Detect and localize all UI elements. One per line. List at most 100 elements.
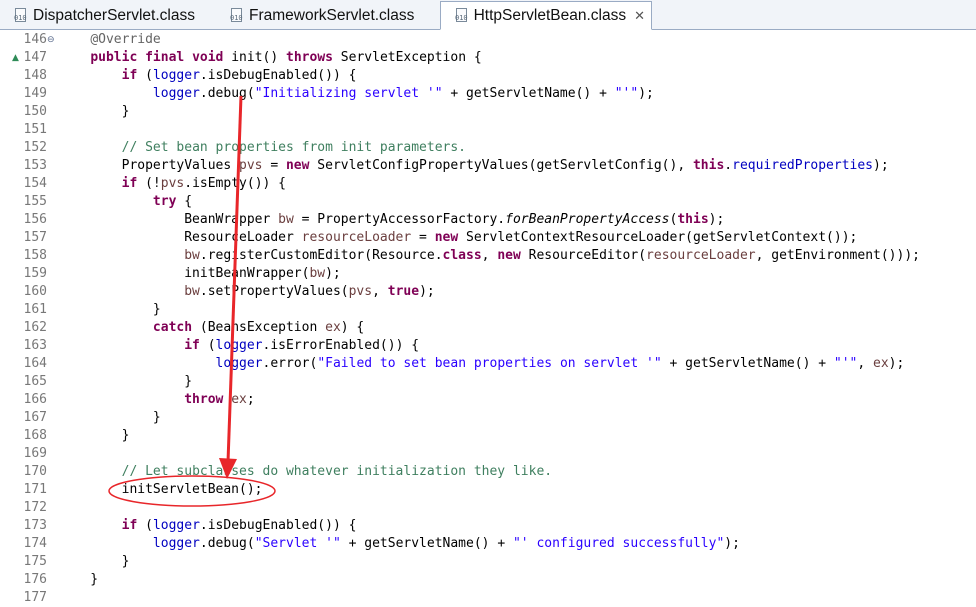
code-token: ); [888,356,905,371]
code-line[interactable]: 152 // Set bean properties from init par… [0,139,976,157]
line-number: 148 [23,68,47,83]
code-token: ( [137,68,153,83]
code-token: pvs [160,176,185,191]
code-token: ResourceLoader [59,230,302,245]
code-line[interactable]: 171 initServletBean(); [0,481,976,499]
code-text: ResourceLoader resourceLoader = new Serv… [59,229,857,247]
code-token: ; [246,392,255,407]
code-line[interactable]: 164 logger.error("Failed to set bean pro… [0,355,976,373]
code-token: = [262,158,286,173]
line-number: 165 [23,374,47,389]
code-line[interactable]: 148 if (logger.isDebugEnabled()) { [0,67,976,85]
code-token: this [692,158,725,173]
code-line[interactable]: 161 } [0,301,976,319]
code-token: .isDebugEnabled()) { [199,518,357,533]
code-token: resourceLoader [301,230,412,245]
line-number: 158 [23,248,47,263]
code-line[interactable]: 163 if (logger.isErrorEnabled()) { [0,337,976,355]
code-text: initServletBean(); [59,481,263,499]
code-token: .debug( [199,86,255,101]
code-line[interactable]: 176 } [0,571,976,589]
code-line[interactable]: 177 [0,589,976,607]
code-line[interactable]: 174 logger.debug("Servlet '" + getServle… [0,535,976,553]
code-text: // Let subclasses do whatever initializa… [59,463,552,481]
code-token: PropertyValues [59,158,240,173]
code-token: bw [309,266,326,281]
class-file-icon: 010 [230,7,244,24]
line-number: 153 [23,158,47,173]
code-token: logger [152,68,200,83]
tab-frameworkservlet[interactable]: 010 FrameworkServlet.class [216,2,420,29]
close-tab-icon[interactable]: ✕ [634,3,645,28]
line-number: 174 [23,536,47,551]
code-line[interactable]: 170 // Let subclasses do whatever initia… [0,463,976,481]
code-line[interactable]: 147 public final void init() throws Serv… [0,49,976,67]
line-number: 157 [23,230,47,245]
code-line[interactable]: 165 } [0,373,976,391]
code-text: public final void init() throws ServletE… [59,49,481,67]
code-line[interactable]: 156 BeanWrapper bw = PropertyAccessorFac… [0,211,976,229]
code-line[interactable]: 173 if (logger.isDebugEnabled()) { [0,517,976,535]
code-token: + getServletName() + [442,86,615,101]
code-token: = PropertyAccessorFactory. [293,212,506,227]
code-text: @Override [59,31,161,49]
line-number: 175 [23,554,47,569]
code-line[interactable]: 167 } [0,409,976,427]
code-token: "Servlet '" [254,536,341,551]
code-line[interactable]: 149 logger.debug("Initializing servlet '… [0,85,976,103]
line-number: 149 [23,86,47,101]
code-token: { [176,194,193,209]
code-line[interactable]: 157 ResourceLoader resourceLoader = new … [0,229,976,247]
code-token: ( [137,518,153,533]
line-number: 164 [23,356,47,371]
code-line[interactable]: 155 try { [0,193,976,211]
code-line[interactable]: 158 bw.registerCustomEditor(Resource.cla… [0,247,976,265]
line-number: 155 [23,194,47,209]
code-token: } [59,374,193,389]
code-line[interactable]: 168 } [0,427,976,445]
code-text: logger.debug("Initializing servlet '" + … [59,85,654,103]
code-line[interactable]: 146 @Override ⊖ [0,31,976,49]
code-token: ); [708,212,725,227]
code-line[interactable]: 151 [0,121,976,139]
code-line[interactable]: 154 if (!pvs.isEmpty()) { [0,175,976,193]
code-token: pvs [348,284,373,299]
code-line[interactable]: 169 [0,445,976,463]
code-token: ResourceEditor( [520,248,647,263]
code-token: "'" [833,356,858,371]
code-token: @Override [90,32,161,47]
code-token: .isEmpty()) { [184,176,286,191]
code-line[interactable]: 159 initBeanWrapper(bw); [0,265,976,283]
code-token: if [121,176,138,191]
fold-collapse-icon[interactable]: ⊖ [47,31,55,49]
code-line[interactable]: 153 PropertyValues pvs = new ServletConf… [0,157,976,175]
code-text: initBeanWrapper(bw); [59,265,341,283]
code-text: logger.error("Failed to set bean propert… [59,355,905,373]
tab-dispatcherservlet[interactable]: 010 DispatcherServlet.class [0,2,201,29]
code-token: init() [223,50,287,65]
code-line[interactable]: 166 throw ex; [0,391,976,409]
code-token: ); [325,266,341,281]
code-editor[interactable]: 146 @Override ⊖ 147 public final void init… [0,31,976,605]
code-text: throw ex; [59,391,255,409]
code-line[interactable]: 162 catch (BeansException ex) { [0,319,976,337]
tab-httpservletbean[interactable]: 010 HttpServletBean.class ✕ [440,1,652,30]
code-token: initServletBean(); [59,482,263,497]
code-line[interactable]: 160 bw.setPropertyValues(pvs, true); [0,283,976,301]
code-text: } [59,409,161,427]
code-line[interactable]: 175 } [0,553,976,571]
code-line[interactable]: 150 } [0,103,976,121]
code-line[interactable]: 172 [0,499,976,517]
code-token: ); [638,86,654,101]
